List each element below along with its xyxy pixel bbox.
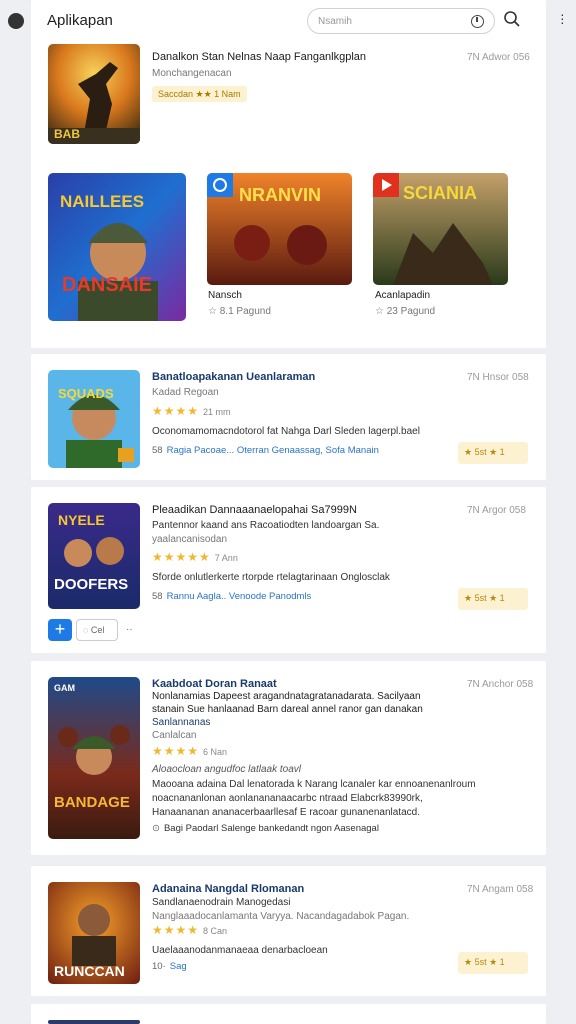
- featured-card-2-thumbnail[interactable]: NRANVIN: [207, 173, 352, 285]
- item-subtitle: Sandlanaenodrain Manogedasi: [152, 897, 291, 908]
- item-thumbnail[interactable]: GAM BANDAGE: [48, 677, 140, 839]
- item-subtitle-2: stanain Sue hanlaanad Barn dareal annel …: [152, 704, 423, 715]
- chat-button[interactable]: ◌ Cel: [76, 619, 118, 641]
- item-date: 7N Hnsor 058: [467, 372, 529, 383]
- list-item[interactable]: RUNCCAN Adanaina Nangdal Rlomanan Sandla…: [31, 866, 546, 996]
- tag-count: 10·: [152, 961, 166, 972]
- item-thumbnail[interactable]: [48, 1020, 140, 1024]
- search-input[interactable]: [318, 13, 458, 29]
- item-title[interactable]: Pleaadikan Dannaaanaelopahai Sa7999N: [152, 504, 357, 516]
- item-description: Uaelaaanodanmanaeaa denarbacloean: [152, 945, 328, 956]
- featured-main-thumbnail[interactable]: BAB: [48, 44, 140, 144]
- item-description-line-3: Hanaananan ananacerbaarllesaf E racoar g…: [152, 807, 420, 818]
- app-title: Aplikapan: [47, 12, 113, 29]
- item-tags[interactable]: 58 Ragia Pacoae... Oterran Genaassag, Sof…: [152, 445, 379, 456]
- item-title[interactable]: Adanaina Nangdal Rlomanan: [152, 883, 304, 895]
- list-item-partial[interactable]: [31, 1004, 546, 1024]
- featured-card-1-thumbnail[interactable]: NAILLEES DANSAIE: [48, 173, 186, 321]
- item-subtitle: Pantennor kaand ans Racoatiodten landoar…: [152, 520, 380, 531]
- item-rating-stars: ★★★★ 21 mm: [152, 404, 231, 418]
- item-art-text: DOOFERS: [54, 576, 128, 593]
- item-tags[interactable]: 58 Rannu Aagla.. Venoode Panodmls: [152, 591, 311, 602]
- featured-card-2-label[interactable]: Nansch: [208, 290, 242, 301]
- item-art-text: BANDAGE: [54, 794, 130, 811]
- featured-main-date: 7N Adwor 056: [467, 52, 530, 63]
- list-item[interactable]: SQUADS Banatloapakanan Ueanlaraman Kadad…: [31, 354, 546, 480]
- featured-main-subtitle: Monchangenacan: [152, 68, 232, 79]
- left-rail: [0, 0, 32, 1024]
- featured-main-pill: Saccdan ★★ 1 Nam: [152, 86, 247, 102]
- item-date: 7N Angam 058: [467, 884, 534, 895]
- search-icon[interactable]: [503, 10, 521, 28]
- item-rating-stars: ★★★★ 6 Nan: [152, 744, 228, 758]
- svg-text:NYELE: NYELE: [58, 512, 105, 528]
- item-thumbnail[interactable]: NYELE DOOFERS: [48, 503, 140, 609]
- item-badge: ★ 5st ★ 1: [458, 588, 528, 610]
- featured-main-title[interactable]: Danalkon Stan Nelnas Naap Fanganlkgplan: [152, 51, 366, 63]
- featured-main-art-text: BAB: [54, 127, 80, 141]
- item-badge: ★ 5st ★ 1: [458, 952, 528, 974]
- search-box[interactable]: [307, 8, 495, 34]
- item-tags[interactable]: ⊙ Bagi Paodarl Salenge bankedandt ngon Aa…: [152, 823, 379, 834]
- item-art-text: RUNCCAN: [54, 963, 125, 979]
- item-art-text: SQUADS: [58, 386, 114, 401]
- item-subtitle: Nonlanamias Dapeest aragandnatagratanada…: [152, 691, 421, 702]
- item-subtitle: Kadad Regoan: [152, 387, 219, 398]
- item-subtitle-2: yaalancanisodan: [152, 534, 228, 545]
- tag-count: 58: [152, 591, 163, 602]
- item-thumbnail[interactable]: RUNCCAN: [48, 882, 140, 984]
- featured-card-3-thumbnail[interactable]: SCIANIA: [373, 173, 508, 285]
- item-description-line-1: Maooana adaina Dal lenatorada k Narang l…: [152, 779, 476, 790]
- more-options-icon[interactable]: · · ·: [560, 7, 566, 29]
- item-title[interactable]: Banatloapakanan Ueanlaraman: [152, 371, 315, 383]
- item-description-line-2: noacnananlonan aonlanananaacarbc ntraad …: [152, 793, 423, 804]
- featured-card-1-art-text: NAILLEES: [60, 192, 144, 211]
- tag-count: ⊙: [152, 823, 160, 834]
- right-rail: · · ·: [546, 0, 576, 1024]
- featured-card-2-rating: ☆ 8.1 Pagund: [208, 306, 271, 317]
- more-icon[interactable]: ··: [126, 624, 133, 635]
- item-date: 7N Anchor 058: [467, 679, 534, 690]
- item-date: 7N Argor 058: [467, 505, 526, 516]
- item-rating-stars: ★★★★ 8 Can: [152, 923, 228, 937]
- list-item[interactable]: GAM BANDAGE Kaabdoat Doran Ranaat Nonlan…: [31, 661, 546, 855]
- item-badge: ★ 5st ★ 1: [458, 442, 528, 464]
- featured-card-3-rating: ☆ 23 Pagund: [375, 306, 436, 317]
- featured-card-1-art-text-2: DANSAIE: [62, 274, 152, 296]
- clock-icon[interactable]: [471, 15, 484, 28]
- add-button[interactable]: +: [48, 619, 72, 641]
- item-rating-stars: ★★★★★ 7 Ann: [152, 550, 238, 564]
- tag-count: 58: [152, 445, 163, 456]
- list-item[interactable]: NYELE DOOFERS Pleaadikan Dannaaanaelopah…: [31, 487, 546, 653]
- featured-card-2-art-text: NRANVIN: [239, 185, 321, 205]
- item-link[interactable]: Sanlannanas: [152, 717, 210, 728]
- item-quote: Aloaocloan angudfoc latlaak toavl: [152, 764, 301, 775]
- item-thumbnail[interactable]: SQUADS: [48, 370, 140, 468]
- featured-card-3-label[interactable]: Acanlapadin: [375, 290, 430, 301]
- item-meta: Canlalcan: [152, 730, 197, 741]
- item-description: Oconomamomacndotorol fat Nahga Darl Sled…: [152, 426, 420, 437]
- featured-panel: Aplikapan BAB Danalkon Stan Nelnas Naap …: [31, 0, 546, 348]
- item-subtitle-2: Nanglaaadocanlamanta Varyya. Nacandagada…: [152, 911, 410, 922]
- app-logo-icon[interactable]: [8, 13, 24, 29]
- item-tags[interactable]: 10· Sag: [152, 961, 187, 972]
- top-bar: Aplikapan: [31, 0, 546, 40]
- featured-card-3-art-text: SCIANIA: [403, 183, 477, 203]
- item-description: Sforde onlutlerkerte rtorpde rtelagtarin…: [152, 572, 390, 583]
- item-title[interactable]: Kaabdoat Doran Ranaat: [152, 678, 277, 690]
- svg-text:GAM: GAM: [54, 683, 75, 693]
